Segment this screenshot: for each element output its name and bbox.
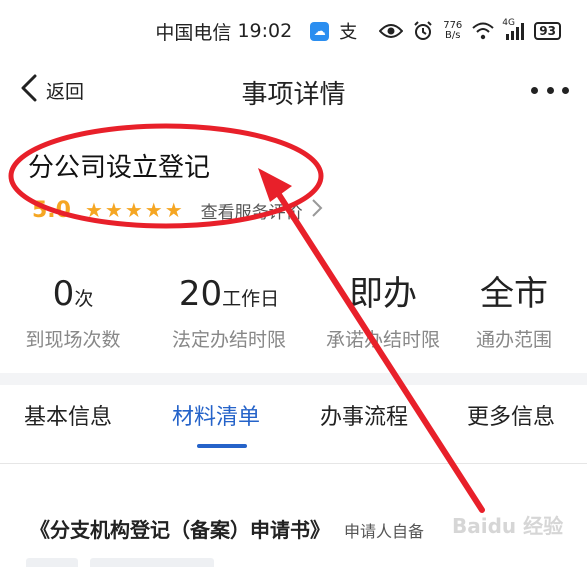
stat-value: 全市 xyxy=(441,272,587,321)
tabs-divider xyxy=(0,463,587,464)
star-icon: ★ xyxy=(104,198,123,222)
carrier-name: 中国电信 xyxy=(155,21,232,44)
view-reviews-link[interactable]: 查看服务评价 xyxy=(201,198,303,223)
section-divider xyxy=(0,373,587,385)
stat-value: 0次 xyxy=(0,272,146,321)
stat-label: 通办范围 xyxy=(475,329,552,351)
battery-indicator: 93 xyxy=(534,22,561,40)
tab-basic-info[interactable]: 基本信息 xyxy=(24,399,112,431)
stat-value: 即办 xyxy=(310,272,456,321)
stat-legal-limit: 20工作日 法定办结时限 xyxy=(156,272,302,352)
star-icon: ★ xyxy=(124,198,143,222)
stat-scope: 全市 通办范围 xyxy=(441,272,587,352)
net-speed: 776 B/s xyxy=(443,21,462,41)
baidu-watermark: Baidu 经验 xyxy=(452,514,564,538)
tag xyxy=(26,558,78,567)
signal-label: 4G xyxy=(502,18,515,28)
alarm-icon xyxy=(413,21,433,41)
eye-icon xyxy=(379,23,404,39)
material-note: 申请人自备 xyxy=(344,522,425,541)
stat-unit: 工作日 xyxy=(222,288,280,310)
star-icon: ★ xyxy=(144,198,163,222)
tab-materials[interactable]: 材料清单 xyxy=(172,399,260,431)
stat-label: 到现场次数 xyxy=(25,329,121,351)
stat-unit: 次 xyxy=(74,288,94,310)
tab-bar: 基本信息 材料清单 办事流程 更多信息 xyxy=(0,385,587,449)
stat-value: 20工作日 xyxy=(156,272,302,321)
stat-visits: 0次 到现场次数 xyxy=(0,272,146,352)
material-name: 《分支机构登记（备案）申请书》 xyxy=(30,518,330,542)
tag xyxy=(90,558,214,567)
star-icon: ★ xyxy=(84,198,103,222)
stat-promised-limit: 即办 承诺办结时限 xyxy=(310,272,456,352)
list-item[interactable]: 《分支机构登记（备案）申请书》 申请人自备 xyxy=(30,514,424,543)
stats-row: 0次 到现场次数 20工作日 法定办结时限 即办 承诺办结时限 全市 通办范围 xyxy=(0,272,587,352)
star-icon: ★ xyxy=(164,198,183,222)
wifi-icon xyxy=(472,22,494,40)
stat-label: 法定办结时限 xyxy=(171,329,286,351)
rating-row: 5.0 ★ ★ ★ ★ ★ 查看服务评价 xyxy=(32,196,323,224)
weather-icon: ☁ xyxy=(310,21,330,41)
stat-number: 全市 xyxy=(480,274,548,314)
signal-icon: 4G xyxy=(502,18,526,40)
item-title: 分公司设立登记 xyxy=(28,153,211,183)
status-bar: 中国电信 19:02 ☁ 支 776 B/s 4G 93 xyxy=(0,0,587,62)
active-tab-indicator xyxy=(197,444,247,448)
stat-number: 即办 xyxy=(349,274,417,314)
stat-label: 承诺办结时限 xyxy=(325,329,440,351)
stat-number: 0 xyxy=(52,274,75,314)
more-dots-icon[interactable] xyxy=(531,76,569,104)
nav-bar: 返回 事项详情 xyxy=(0,62,587,118)
chevron-right-icon[interactable] xyxy=(311,198,323,222)
net-speed-unit: B/s xyxy=(445,30,461,41)
page-title: 事项详情 xyxy=(241,80,346,110)
rating-score: 5.0 xyxy=(32,197,71,223)
material-tags xyxy=(26,558,226,567)
star-rating: ★ ★ ★ ★ ★ xyxy=(85,200,185,220)
tab-more-info[interactable]: 更多信息 xyxy=(467,399,555,431)
alipay-icon: 支 xyxy=(339,22,358,43)
tab-process[interactable]: 办事流程 xyxy=(320,399,408,431)
status-time: 19:02 xyxy=(237,20,293,42)
stat-number: 20 xyxy=(178,274,223,314)
